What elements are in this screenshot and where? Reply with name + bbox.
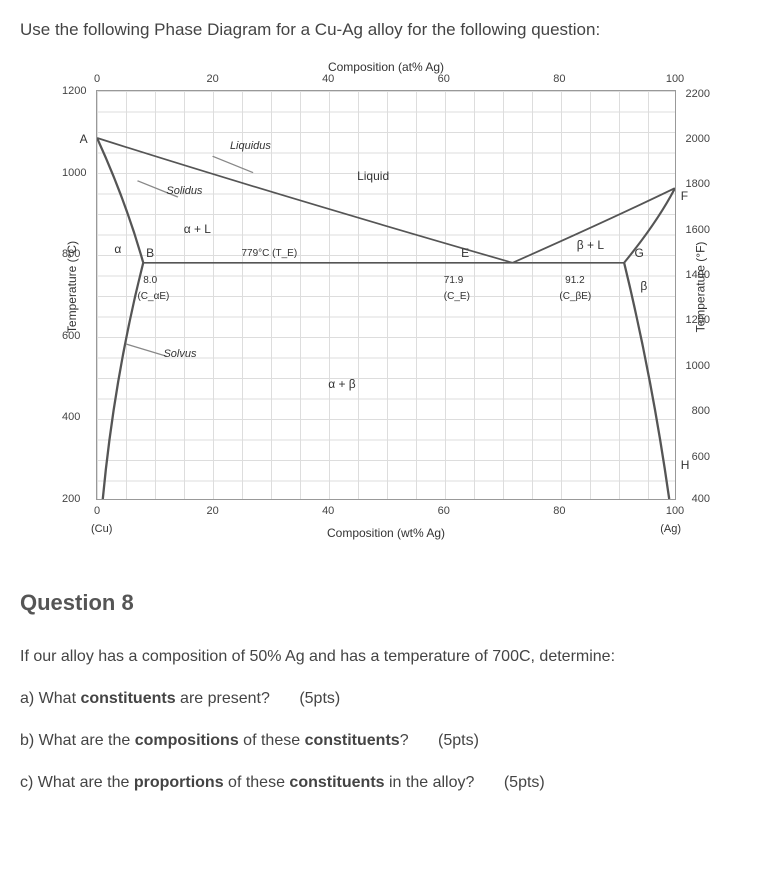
c-e: 71.9 bbox=[444, 275, 463, 286]
tick: 60 bbox=[438, 73, 450, 85]
question-title: Question 8 bbox=[20, 590, 752, 616]
tick: 1800 bbox=[686, 178, 710, 190]
tick: 0 bbox=[94, 73, 100, 85]
axis-top-label: Composition (at% Ag) bbox=[328, 60, 444, 74]
tick: 0 bbox=[94, 505, 100, 517]
alpha-region: α bbox=[114, 242, 121, 256]
question-body: If our alloy has a composition of 50% Ag… bbox=[20, 641, 752, 799]
tick: 600 bbox=[692, 451, 710, 463]
point-G: G bbox=[635, 246, 644, 260]
c-e2: (C_E) bbox=[444, 291, 470, 302]
tick: 80 bbox=[553, 73, 565, 85]
point-H: H bbox=[681, 458, 690, 472]
axis-bottom-label: Composition (wt% Ag) bbox=[327, 526, 445, 540]
tick: 100 bbox=[666, 73, 684, 85]
tick: 20 bbox=[206, 505, 218, 517]
tick: 1000 bbox=[62, 167, 86, 179]
tick: 1000 bbox=[686, 360, 710, 372]
beta-region: β bbox=[640, 279, 647, 293]
tick: 400 bbox=[692, 493, 710, 505]
tick: 40 bbox=[322, 73, 334, 85]
intro-text: Use the following Phase Diagram for a Cu… bbox=[20, 20, 752, 40]
point-B: B bbox=[146, 246, 154, 260]
liquid-region: Liquid bbox=[357, 169, 389, 183]
beta-L-region: β + L bbox=[577, 238, 604, 252]
corner-cu: (Cu) bbox=[91, 523, 112, 535]
tick: 20 bbox=[206, 73, 218, 85]
tick: 1600 bbox=[686, 224, 710, 236]
tick: 400 bbox=[62, 411, 80, 423]
point-A: A bbox=[80, 132, 88, 146]
c-beta-e2: (C_βE) bbox=[559, 291, 591, 302]
point-F: F bbox=[681, 189, 688, 203]
phase-diagram: Composition (at% Ag) 0 20 40 60 80 100 0… bbox=[36, 60, 736, 540]
tick: 1200 bbox=[62, 85, 86, 97]
question-a: a) What constituents are present? (5pts) bbox=[20, 683, 752, 715]
c-alpha-e: 8.0 bbox=[143, 275, 157, 286]
alpha-beta-region: α + β bbox=[328, 377, 356, 391]
tick: 800 bbox=[692, 405, 710, 417]
tick: 100 bbox=[666, 505, 684, 517]
eutectic-temp: 779°C (T_E) bbox=[242, 248, 298, 259]
tick: 2000 bbox=[686, 133, 710, 145]
solidus-label: Solidus bbox=[166, 185, 202, 197]
liquidus-label: Liquidus bbox=[230, 140, 271, 152]
tick: 80 bbox=[553, 505, 565, 517]
question-b: b) What are the compositions of these co… bbox=[20, 725, 752, 757]
c-beta-e: 91.2 bbox=[565, 275, 584, 286]
solvus-label: Solvus bbox=[163, 348, 196, 360]
tick: 200 bbox=[62, 493, 80, 505]
axis-right-label: Temperature (°F) bbox=[694, 242, 708, 333]
plot-area: 0 20 40 60 80 100 0 20 40 60 80 100 1200… bbox=[96, 90, 676, 500]
point-E: E bbox=[461, 246, 469, 260]
tick: 2200 bbox=[686, 88, 710, 100]
c-alpha-e2: (C_αE) bbox=[137, 291, 169, 302]
alpha-L-region: α + L bbox=[184, 222, 211, 236]
tick: 40 bbox=[322, 505, 334, 517]
axis-left-label: Temperature (°C) bbox=[65, 241, 79, 333]
question-c: c) What are the proportions of these con… bbox=[20, 767, 752, 799]
corner-ag: (Ag) bbox=[660, 523, 681, 535]
question-stem: If our alloy has a composition of 50% Ag… bbox=[20, 641, 752, 673]
tick: 60 bbox=[438, 505, 450, 517]
